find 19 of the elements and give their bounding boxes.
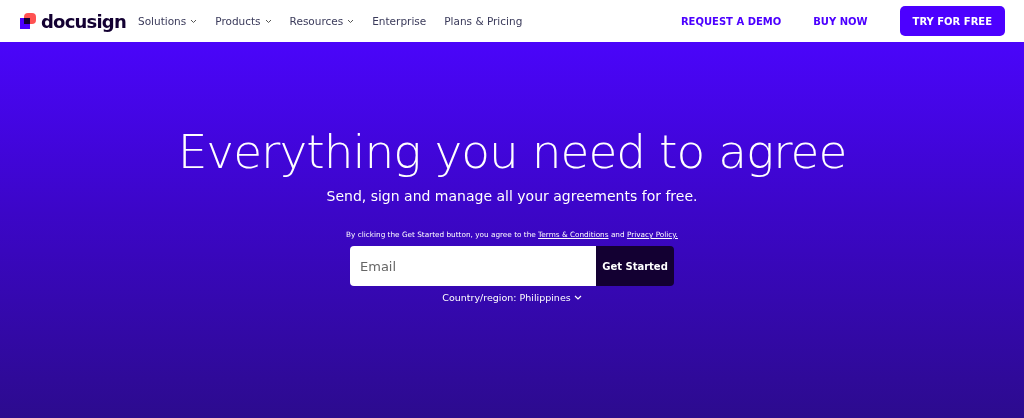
caret-icon <box>347 18 355 24</box>
hero-title: Everything you need to agree <box>177 124 847 180</box>
logo-text[interactable]: docusign <box>41 10 126 32</box>
caret-icon <box>264 18 272 24</box>
try-free-button[interactable]: TRY FOR FREE <box>899 6 1005 36</box>
email-field[interactable]: Email <box>350 246 596 286</box>
nav-link[interactable]: Solutions <box>138 15 198 27</box>
header-link[interactable]: BUY NOW <box>813 15 868 27</box>
nav-link[interactable]: Plans & Pricing <box>444 15 523 27</box>
get-started-button[interactable]: Get Started <box>596 246 674 286</box>
logo-icon <box>20 13 38 29</box>
nav-link[interactable]: Resources <box>289 15 355 27</box>
caret-icon <box>573 295 582 300</box>
caret-icon <box>190 18 198 24</box>
nav-link[interactable]: Products <box>215 15 272 27</box>
hero-subtitle: Send, sign and manage all your agreements for free. <box>326 188 698 204</box>
header-link[interactable]: REQUEST A DEMO <box>680 15 782 27</box>
nav-link[interactable]: Enterprise <box>372 15 427 27</box>
country-selector[interactable]: Country/region: Philippines <box>442 292 582 303</box>
